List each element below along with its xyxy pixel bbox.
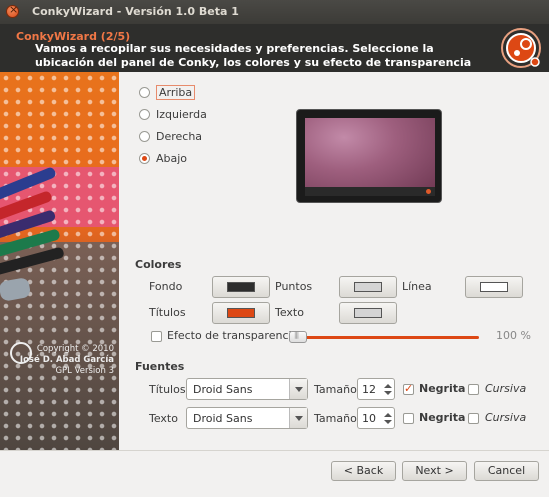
color-swatch xyxy=(354,282,382,292)
size-value: 10 xyxy=(362,412,376,425)
color-button-texto[interactable] xyxy=(339,302,397,324)
wizard-header: ConkyWizard (2/5) Vamos a recopilar sus … xyxy=(0,24,549,72)
license-text: GPL Version 3 xyxy=(55,366,114,376)
transparency-value: 100 % xyxy=(496,329,531,342)
color-label-titulos: Títulos xyxy=(149,306,186,319)
radio-indicator[interactable] xyxy=(139,130,150,142)
chevron-down-icon[interactable] xyxy=(289,408,307,428)
title-bar: ConkyWizard - Versión 1.0 Beta 1 xyxy=(0,0,549,24)
bold-label-texto: Negrita xyxy=(419,411,466,424)
font-label-titulos: Títulos xyxy=(149,383,186,396)
decrement-icon[interactable] xyxy=(384,420,392,424)
color-button-linea[interactable] xyxy=(465,276,523,298)
sidebar-artwork: Copyright © 2010 José D. Abad García GPL… xyxy=(0,72,119,450)
size-spinner-texto[interactable]: 10 xyxy=(357,407,395,429)
font-combo-texto[interactable]: Droid Sans xyxy=(186,407,308,429)
increment-icon[interactable] xyxy=(384,413,392,417)
radio-label-derecha: Derecha xyxy=(156,129,203,143)
radio-abajo[interactable]: Abajo xyxy=(139,150,187,166)
font-combo-value: Droid Sans xyxy=(193,383,253,396)
color-label-linea: Línea xyxy=(402,280,432,293)
color-label-texto: Texto xyxy=(275,306,304,319)
decrement-icon[interactable] xyxy=(384,391,392,395)
colors-heading: Colores xyxy=(135,258,182,271)
bold-label-titulos: Negrita xyxy=(419,382,466,395)
radio-indicator[interactable] xyxy=(139,86,150,98)
font-label-texto: Texto xyxy=(149,412,178,425)
back-button[interactable]: < Back xyxy=(331,461,396,481)
radio-derecha[interactable]: Derecha xyxy=(139,128,202,144)
copyright-text: Copyright © 2010 xyxy=(36,344,114,354)
size-label-texto: Tamaño xyxy=(314,412,357,425)
chevron-down-icon[interactable] xyxy=(289,379,307,399)
color-swatch xyxy=(227,282,255,292)
color-label-puntos: Puntos xyxy=(275,280,313,293)
transparency-slider[interactable] xyxy=(289,331,479,343)
italic-label-texto: Cursiva xyxy=(485,411,527,424)
panel-position-preview xyxy=(296,109,442,203)
slider-track[interactable] xyxy=(289,336,479,339)
color-swatch xyxy=(480,282,508,292)
color-label-fondo: Fondo xyxy=(149,280,183,293)
cancel-button[interactable]: Cancel xyxy=(474,461,539,481)
size-spinner-titulos[interactable]: 12 xyxy=(357,378,395,400)
color-button-fondo[interactable] xyxy=(212,276,270,298)
transparency-checkbox[interactable] xyxy=(151,331,162,342)
font-combo-titulos[interactable]: Droid Sans xyxy=(186,378,308,400)
radio-label-izquierda: Izquierda xyxy=(156,107,207,121)
step-description: Vamos a recopilar sus necesidades y pref… xyxy=(35,42,472,69)
preview-panel-bottom xyxy=(305,187,435,196)
color-swatch xyxy=(227,308,255,318)
size-label-titulos: Tamaño xyxy=(314,383,357,396)
italic-checkbox-titulos[interactable] xyxy=(468,384,479,395)
color-swatch xyxy=(354,308,382,318)
fonts-heading: Fuentes xyxy=(135,360,185,373)
wizard-content: Arriba Izquierda Derecha Abajo Colores F… xyxy=(119,72,549,450)
slider-thumb[interactable] xyxy=(289,331,307,343)
next-button[interactable]: Next > xyxy=(402,461,467,481)
size-value: 12 xyxy=(362,383,376,396)
font-combo-value: Droid Sans xyxy=(193,412,253,425)
italic-checkbox-texto[interactable] xyxy=(468,413,479,424)
author-name: José D. Abad García xyxy=(19,355,114,365)
radio-label-abajo: Abajo xyxy=(156,151,188,165)
italic-label-titulos: Cursiva xyxy=(485,382,527,395)
sidebar-copyright: Copyright © 2010 José D. Abad García GPL… xyxy=(10,344,114,377)
radio-indicator[interactable] xyxy=(139,152,150,164)
conkywizard-logo-icon xyxy=(501,28,541,68)
radio-arriba[interactable]: Arriba xyxy=(139,84,196,100)
bold-checkbox-titulos[interactable] xyxy=(403,382,414,395)
transparency-label: Efecto de transparencia xyxy=(167,329,299,342)
window-title: ConkyWizard - Versión 1.0 Beta 1 xyxy=(32,5,239,18)
increment-icon[interactable] xyxy=(384,384,392,388)
close-window-button[interactable] xyxy=(6,3,19,18)
wizard-footer: < Back Next > Cancel xyxy=(0,450,549,497)
color-button-titulos[interactable] xyxy=(212,302,270,324)
color-button-puntos[interactable] xyxy=(339,276,397,298)
radio-indicator[interactable] xyxy=(139,108,150,120)
radio-izquierda[interactable]: Izquierda xyxy=(139,106,207,122)
preview-screen xyxy=(305,118,435,196)
bold-checkbox-texto[interactable] xyxy=(403,413,414,424)
radio-label-arriba: Arriba xyxy=(156,84,196,100)
